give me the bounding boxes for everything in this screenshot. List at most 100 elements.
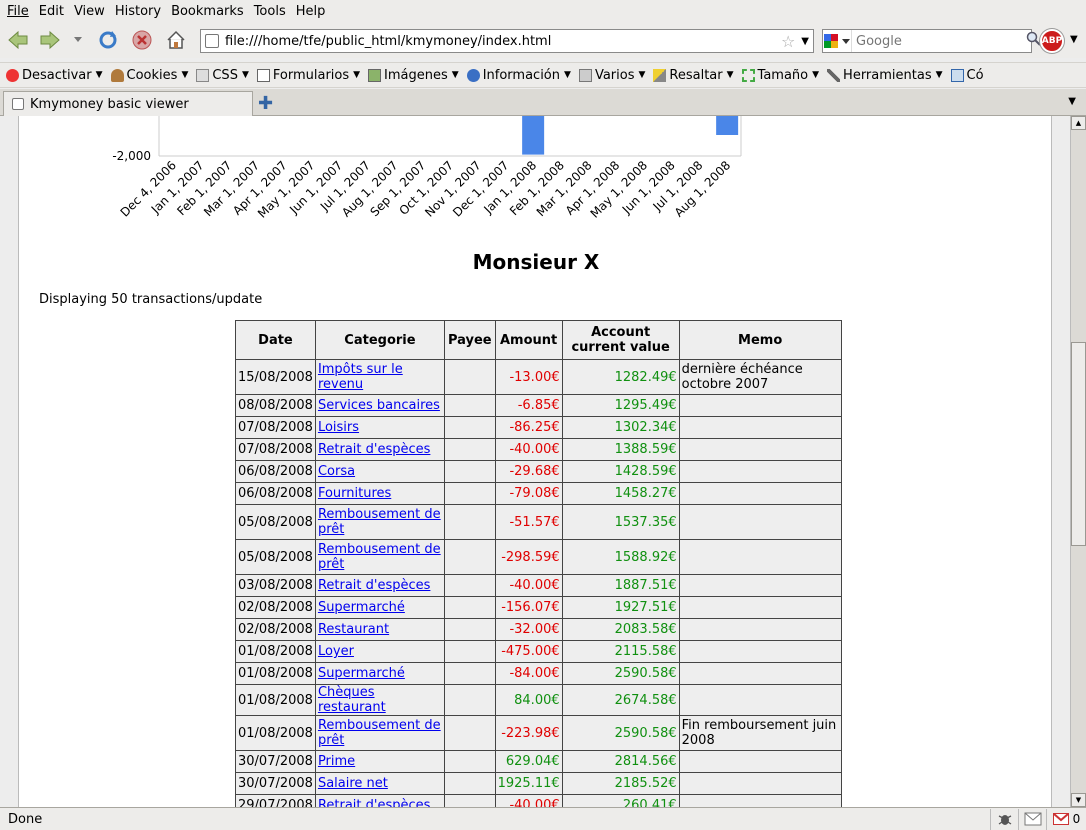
menu-edit[interactable]: Edit (34, 4, 69, 19)
category-link[interactable]: Restaurant (318, 622, 389, 637)
category-link[interactable]: Prime (318, 754, 355, 769)
toolbar-informacion[interactable]: Información ▼ (466, 68, 571, 83)
mail-icon[interactable] (1018, 808, 1046, 830)
cell-account-value: 1388.59€ (561, 438, 680, 461)
category-link[interactable]: Loisirs (318, 420, 359, 435)
category-link[interactable]: Rembousement de prêt (318, 718, 441, 748)
cell-date: 05/08/2008 (235, 539, 316, 575)
cell-date: 01/08/2008 (235, 715, 316, 751)
tab-kmymoney[interactable]: Kmymoney basic viewer (3, 91, 253, 116)
firebug-icon[interactable] (990, 808, 1018, 830)
toolbar-imagenes[interactable]: Imágenes ▼ (368, 68, 459, 83)
cell-date: 07/08/2008 (235, 438, 316, 461)
cell-account-value: 1537.35€ (561, 504, 680, 540)
abp-dropdown-icon[interactable]: ▼ (1070, 34, 1078, 45)
category-link[interactable]: Fournitures (318, 486, 391, 501)
cell-amount: -51.57€ (494, 504, 563, 540)
category-link[interactable]: Retrait d'espèces (318, 798, 430, 807)
category-link[interactable]: Chèques restaurant (318, 685, 386, 715)
cell-amount: 1925.11€ (494, 772, 563, 795)
toolbar-codigo[interactable]: Có (950, 68, 984, 83)
category-link[interactable]: Retrait d'espèces (318, 442, 430, 457)
cell-categorie: Rembousement de prêt (314, 715, 445, 751)
category-link[interactable]: Services bancaires (318, 398, 440, 413)
cell-amount: -86.25€ (494, 416, 563, 439)
search-engine-selector[interactable] (823, 30, 852, 52)
menu-view[interactable]: View (69, 4, 110, 19)
cell-payee (443, 574, 496, 597)
new-tab-button[interactable]: ✚ (258, 93, 273, 114)
menu-help[interactable]: Help (291, 4, 331, 19)
cell-date: 06/08/2008 (235, 460, 316, 483)
url-dropdown-icon[interactable]: ▼ (801, 36, 809, 47)
cell-amount: -6.85€ (494, 394, 563, 417)
web-developer-toolbar: Desactivar ▼ Cookies ▼ CSS ▼ Formularios ▼ I… (0, 62, 1086, 88)
category-link[interactable]: Loyer (318, 644, 354, 659)
cell-account-value: 2083.58€ (561, 618, 680, 641)
forward-button[interactable] (38, 28, 62, 52)
cell-date: 03/08/2008 (235, 574, 316, 597)
image-icon (368, 68, 382, 82)
history-dropdown[interactable] (70, 28, 86, 52)
cell-payee (443, 438, 496, 461)
cell-payee (443, 359, 496, 395)
menu-tools[interactable]: Tools (249, 4, 291, 19)
toolbar-varios[interactable]: Varios ▼ (578, 68, 645, 83)
toolbar-herramientas[interactable]: Herramientas ▼ (827, 68, 943, 83)
cell-account-value: 1428.59€ (561, 460, 680, 483)
scroll-down-icon[interactable]: ▼ (1071, 793, 1086, 807)
menu-file[interactable]: File (2, 4, 34, 19)
url-text[interactable]: file:///home/tfe/public_html/kmymoney/in… (225, 34, 781, 49)
tab-bar: Kmymoney basic viewer ✚ ▼ (0, 89, 1086, 116)
tab-list-dropdown-icon[interactable]: ▼ (1068, 96, 1076, 107)
category-link[interactable]: Retrait d'espèces (318, 578, 430, 593)
balance-chart: -2,000Dec 4, 2006Jan 1, 2007Feb 1, 2007M… (112, 116, 742, 221)
menu-bookmarks[interactable]: Bookmarks (166, 4, 249, 19)
toolbar-cookies[interactable]: Cookies ▼ (110, 68, 188, 83)
back-button[interactable] (6, 28, 30, 52)
toolbar-resaltar[interactable]: Resaltar ▼ (653, 68, 734, 83)
cell-memo (678, 596, 842, 619)
category-link[interactable]: Supermarché (318, 600, 405, 615)
toolbar-desactivar[interactable]: Desactivar ▼ (6, 68, 103, 83)
gmail-notifier[interactable]: 0 (1046, 808, 1086, 830)
toolbar-tamano[interactable]: Tamaño ▼ (741, 68, 819, 83)
cell-date: 15/08/2008 (235, 359, 316, 395)
scroll-thumb[interactable] (1071, 342, 1086, 546)
home-button[interactable] (164, 28, 188, 52)
category-link[interactable]: Rembousement de prêt (318, 542, 441, 572)
category-link[interactable]: Impôts sur le revenu (318, 362, 403, 392)
status-bar: Done 0 (0, 807, 1086, 830)
scroll-up-icon[interactable]: ▲ (1071, 116, 1086, 130)
cell-memo (678, 640, 842, 663)
category-link[interactable]: Corsa (318, 464, 355, 479)
search-input[interactable] (852, 33, 1026, 49)
toolbar-css[interactable]: CSS ▼ (196, 68, 249, 83)
cell-categorie: Retrait d'espèces (314, 438, 445, 461)
table-row: 08/08/2008 Services bancaires -6.85€ 1295.4… (235, 394, 842, 417)
bookmark-star-icon[interactable]: ☆ (781, 32, 795, 51)
stop-icon (132, 30, 152, 50)
stop-button[interactable] (130, 28, 154, 52)
toolbar-formularios[interactable]: Formularios ▼ (256, 68, 360, 83)
header-memo: Memo (678, 320, 842, 360)
content-area: -2,000 Dec 4, 2006 Jan 1, 2007 Feb 1, 2007 M… (0, 116, 1070, 807)
cell-memo (678, 482, 842, 505)
cell-account-value: 2185.52€ (561, 772, 680, 795)
cell-categorie: Chèques restaurant (314, 684, 445, 716)
transactions-table: Date Categorie Payee Amount Account curr… (235, 320, 842, 807)
vertical-scrollbar[interactable]: ▲ ▼ (1070, 116, 1086, 807)
url-bar[interactable]: file:///home/tfe/public_html/kmymoney/in… (200, 29, 814, 53)
category-link[interactable]: Supermarché (318, 666, 405, 681)
google-icon (824, 34, 850, 48)
search-bar[interactable] (822, 29, 1041, 53)
menu-history[interactable]: History (110, 4, 166, 19)
cell-memo: Fin remboursement juin 2008 (678, 715, 842, 751)
table-row: 29/07/2008 Retrait d'espèces -40.00€ 260.41… (235, 794, 842, 807)
category-link[interactable]: Rembousement de prêt (318, 507, 441, 537)
reload-button[interactable] (96, 28, 120, 52)
adblock-plus-button[interactable]: ABP (1040, 29, 1064, 53)
cell-date: 08/08/2008 (235, 394, 316, 417)
category-link[interactable]: Salaire net (318, 776, 388, 791)
cell-payee (443, 794, 496, 807)
